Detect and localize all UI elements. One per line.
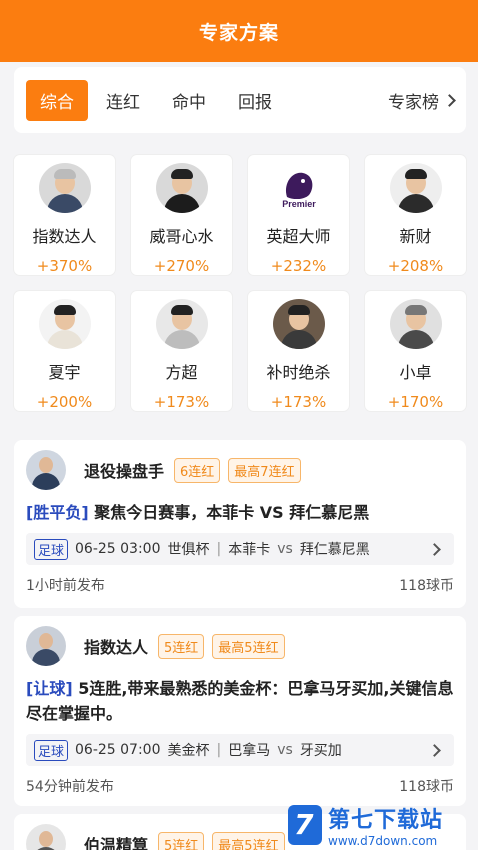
expert-return-rate: +200% bbox=[36, 393, 93, 411]
page-title: 专家方案 bbox=[198, 21, 279, 44]
streak-badge: 5连红 bbox=[158, 831, 205, 850]
sport-tag: 足球 bbox=[34, 739, 69, 761]
expert-return-rate: +208% bbox=[387, 257, 444, 275]
plan-title: [胜平负] 聚焦今日赛事，本菲卡 VS 拜仁慕尼黑 bbox=[26, 500, 454, 525]
avatar bbox=[26, 450, 66, 490]
streak-badge: 5连红 bbox=[158, 633, 205, 659]
expert-name: 补时绝杀 bbox=[266, 363, 331, 382]
expert-card[interactable]: 夏宇 +200% bbox=[14, 291, 115, 411]
tab-streak[interactable]: 连红 bbox=[92, 80, 154, 121]
tab-return[interactable]: 回报 bbox=[224, 80, 286, 121]
expert-card[interactable]: 方超 +173% bbox=[131, 291, 232, 411]
author-name: 指数达人 bbox=[84, 638, 149, 657]
vs-label: vs bbox=[277, 742, 293, 758]
expert-name: 英超大师 bbox=[266, 227, 331, 246]
expert-name: 指数达人 bbox=[32, 227, 97, 246]
chevron-right-icon bbox=[428, 542, 441, 556]
away-team: 牙买加 bbox=[299, 743, 342, 759]
chevron-right-icon bbox=[443, 93, 456, 107]
expert-name: 新财 bbox=[399, 227, 432, 246]
plan-card[interactable]: 退役操盘手 6连红 最高7连红 [胜平负] 聚焦今日赛事，本菲卡 VS 拜仁慕尼… bbox=[14, 440, 466, 608]
expert-return-rate: +232% bbox=[270, 257, 327, 275]
expert-card[interactable]: 威哥心水 +270% bbox=[131, 155, 232, 275]
bet-type-tag: [让球] bbox=[26, 679, 73, 698]
expert-return-rate: +173% bbox=[153, 393, 210, 411]
expert-row: 夏宇 +200% 方超 +173% 补时绝杀 +173% 小卓 +170% bbox=[14, 291, 466, 411]
expert-grid: 指数达人 +370% 威哥心水 +270% Premier 英超大师 +232%… bbox=[14, 155, 466, 427]
expert-return-rate: +270% bbox=[153, 257, 210, 275]
site-watermark: 7 第七下载站 www.d7down.com bbox=[288, 800, 478, 850]
chevron-right-icon bbox=[428, 743, 441, 757]
vs-label: vs bbox=[277, 541, 293, 557]
avatar bbox=[272, 299, 325, 349]
svg-text:Premier: Premier bbox=[282, 199, 316, 209]
expert-row: 指数达人 +370% 威哥心水 +270% Premier 英超大师 +232%… bbox=[14, 155, 466, 275]
watermark-text: 第七下载站 www.d7down.com bbox=[328, 802, 443, 848]
author-name: 退役操盘手 bbox=[84, 462, 165, 481]
match-info-bar[interactable]: 足球 06-25 03:00 世俱杯 | 本菲卡 vs 拜仁慕尼黑 bbox=[26, 533, 454, 565]
expert-card[interactable]: Premier 英超大师 +232% bbox=[248, 155, 349, 275]
premier-league-logo: Premier bbox=[272, 163, 325, 213]
match-info-bar[interactable]: 足球 06-25 07:00 美金杯 | 巴拿马 vs 牙买加 bbox=[26, 734, 454, 766]
publish-time: 1小时前发布 bbox=[26, 578, 105, 594]
plan-card-header: 退役操盘手 6连红 最高7连红 bbox=[26, 440, 454, 500]
avatar bbox=[155, 299, 208, 349]
plan-card-header: 指数达人 5连红 最高5连红 bbox=[26, 616, 454, 676]
filter-tabs: 综合 连红 命中 回报 专家榜 bbox=[14, 67, 466, 133]
expert-card[interactable]: 小卓 +170% bbox=[365, 291, 466, 411]
expert-ranking-link[interactable]: 专家榜 bbox=[388, 88, 456, 113]
avatar bbox=[389, 299, 442, 349]
tab-overall[interactable]: 综合 bbox=[26, 79, 88, 121]
league-name: 美金杯 bbox=[167, 743, 210, 759]
plan-footer: 54分钟前发布 118球币 bbox=[26, 776, 454, 796]
avatar bbox=[26, 626, 66, 666]
tab-hit-rate[interactable]: 命中 bbox=[158, 80, 220, 121]
home-team: 巴拿马 bbox=[228, 743, 271, 759]
plan-price: 118球币 bbox=[399, 779, 454, 795]
plan-title: [让球] 5连胜,带来最熟悉的美金杯：巴拿马牙买加,关键信息尽在掌握中。 bbox=[26, 676, 454, 726]
expert-return-rate: +173% bbox=[270, 393, 327, 411]
match-time: 06-25 03:00 bbox=[75, 541, 161, 557]
avatar bbox=[38, 299, 91, 349]
expert-name: 方超 bbox=[165, 363, 198, 382]
divider: | bbox=[216, 541, 222, 557]
app-header: 专家方案 bbox=[0, 0, 478, 62]
plan-footer: 1小时前发布 118球币 bbox=[26, 575, 454, 595]
plan-card[interactable]: 指数达人 5连红 最高5连红 [让球] 5连胜,带来最熟悉的美金杯：巴拿马牙买加… bbox=[14, 616, 466, 806]
expert-card[interactable]: 新财 +208% bbox=[365, 155, 466, 275]
expert-return-rate: +170% bbox=[387, 393, 444, 411]
avatar bbox=[389, 163, 442, 213]
streak-badge: 6连红 bbox=[174, 457, 221, 483]
watermark-url: www.d7down.com bbox=[328, 834, 438, 848]
author-name: 伯温精算 bbox=[84, 836, 149, 850]
home-team: 本菲卡 bbox=[228, 542, 271, 558]
divider: | bbox=[216, 742, 222, 758]
expert-card[interactable]: 指数达人 +370% bbox=[14, 155, 115, 275]
best-streak-badge: 最高5连红 bbox=[212, 633, 285, 659]
watermark-logo-icon: 7 bbox=[288, 805, 322, 845]
expert-name: 夏宇 bbox=[48, 363, 81, 382]
league-name: 世俱杯 bbox=[167, 542, 210, 558]
avatar bbox=[26, 824, 66, 850]
bet-type-tag: [胜平负] bbox=[26, 503, 89, 522]
expert-card[interactable]: 补时绝杀 +173% bbox=[248, 291, 349, 411]
publish-time: 54分钟前发布 bbox=[26, 779, 114, 795]
expert-return-rate: +370% bbox=[36, 257, 93, 275]
match-time: 06-25 07:00 bbox=[75, 742, 161, 758]
watermark-name: 第七下载站 bbox=[328, 808, 444, 833]
best-streak-badge: 最高5连红 bbox=[212, 831, 285, 850]
plan-title-text: 5连胜,带来最熟悉的美金杯：巴拿马牙买加,关键信息尽在掌握中。 bbox=[26, 679, 454, 723]
expert-ranking-label: 专家榜 bbox=[388, 92, 439, 113]
avatar bbox=[38, 163, 91, 213]
expert-name: 威哥心水 bbox=[149, 227, 214, 246]
expert-name: 小卓 bbox=[399, 363, 432, 382]
away-team: 拜仁慕尼黑 bbox=[299, 542, 370, 558]
plan-price: 118球币 bbox=[399, 578, 454, 594]
sport-tag: 足球 bbox=[34, 538, 69, 560]
best-streak-badge: 最高7连红 bbox=[228, 457, 301, 483]
avatar bbox=[155, 163, 208, 213]
plan-title-text: 聚焦今日赛事，本菲卡 VS 拜仁慕尼黑 bbox=[88, 503, 370, 522]
